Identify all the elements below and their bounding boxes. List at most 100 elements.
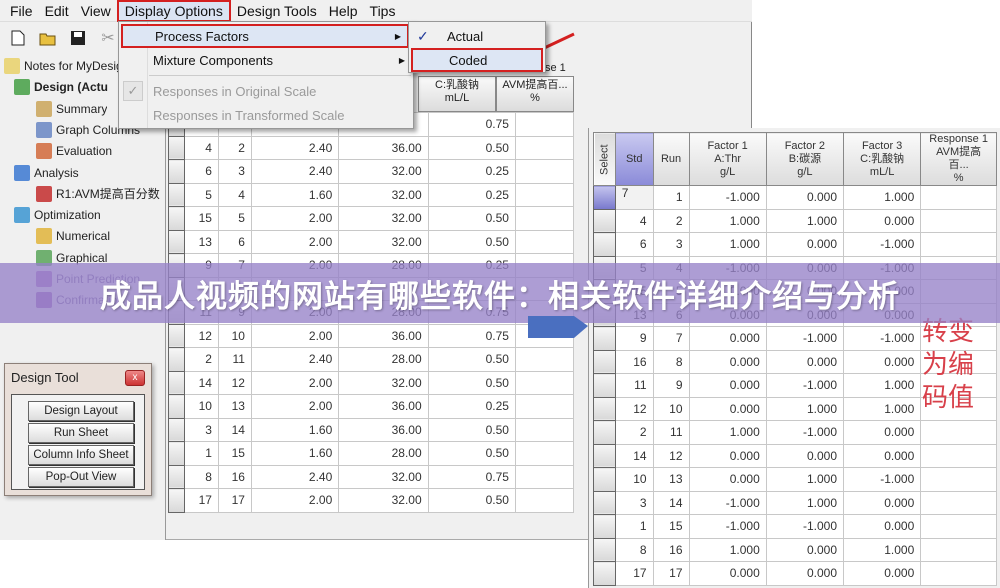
factor-c-cell[interactable]: 0.75: [427, 464, 516, 489]
row-select-button[interactable]: [593, 467, 616, 492]
run-cell[interactable]: 12: [217, 370, 252, 395]
tree-node-numerical[interactable]: Numerical: [36, 226, 110, 246]
cut-icon[interactable]: ✂: [98, 28, 118, 48]
std-cell[interactable]: 10: [183, 394, 219, 419]
row-select-button[interactable]: [593, 349, 616, 374]
factor-a-cell[interactable]: 2.00: [250, 206, 340, 231]
row-select-button[interactable]: [168, 206, 185, 231]
response-cell[interactable]: [514, 394, 575, 419]
response-cell[interactable]: [920, 561, 997, 586]
column-header-f2[interactable]: Factor 2 B:碳源 g/L: [765, 132, 845, 186]
response-cell[interactable]: [514, 229, 575, 254]
column-header-response[interactable]: AVM提高百...%: [496, 76, 574, 112]
row-select-button[interactable]: [593, 537, 616, 562]
factor-b-cell[interactable]: 1.000: [765, 396, 845, 421]
factor-a-cell[interactable]: 1.000: [688, 537, 767, 562]
menu-design-tools[interactable]: Design Tools: [231, 0, 323, 22]
factor-a-cell[interactable]: 0.000: [688, 467, 767, 492]
factor-c-cell[interactable]: -1.000: [843, 467, 922, 492]
run-cell[interactable]: 7: [652, 326, 690, 351]
factor-c-cell[interactable]: 0.75: [427, 112, 516, 137]
row-select-button[interactable]: [168, 229, 185, 254]
run-cell[interactable]: 14: [652, 490, 690, 515]
factor-a-cell[interactable]: 2.00: [250, 323, 340, 348]
tree-node-folder[interactable]: Notes for MyDesig: [4, 56, 123, 76]
factor-b-cell[interactable]: 0.000: [765, 537, 845, 562]
factor-c-cell[interactable]: 0.50: [427, 488, 516, 513]
std-cell[interactable]: 9: [614, 326, 654, 351]
row-select-button[interactable]: [168, 159, 185, 184]
tree-node-optimization[interactable]: Optimization: [14, 205, 101, 225]
response-cell[interactable]: [920, 208, 997, 233]
factor-c-cell[interactable]: 0.000: [843, 514, 922, 539]
std-cell[interactable]: 1: [183, 441, 219, 466]
factor-c-cell[interactable]: -1.000: [843, 232, 922, 257]
std-cell[interactable]: 2: [614, 420, 654, 445]
response-cell[interactable]: [920, 537, 997, 562]
response-cell[interactable]: [514, 488, 575, 513]
factor-c-cell[interactable]: 0.000: [843, 443, 922, 468]
factor-b-cell[interactable]: 36.00: [338, 135, 429, 160]
factor-b-cell[interactable]: 28.00: [338, 441, 429, 466]
factor-b-cell[interactable]: 0.000: [765, 561, 845, 586]
row-select-button[interactable]: [168, 417, 185, 442]
factor-c-cell[interactable]: -1.000: [843, 326, 922, 351]
factor-c-cell[interactable]: 0.25: [427, 394, 516, 419]
menu-view[interactable]: View: [75, 0, 117, 22]
column-header-factor-c[interactable]: C:乳酸钠 mL/L: [418, 76, 496, 112]
close-icon[interactable]: x: [125, 370, 145, 386]
factor-a-cell[interactable]: 1.60: [250, 417, 340, 442]
row-select-button[interactable]: [593, 514, 616, 539]
row-select-button[interactable]: [168, 370, 185, 395]
factor-b-cell[interactable]: 32.00: [338, 464, 429, 489]
factor-a-cell[interactable]: 2.40: [250, 464, 340, 489]
save-icon[interactable]: [68, 28, 88, 48]
std-cell[interactable]: 14: [183, 370, 219, 395]
factor-b-cell[interactable]: 36.00: [338, 323, 429, 348]
factor-c-cell[interactable]: 0.25: [427, 182, 516, 207]
response-cell[interactable]: [920, 232, 997, 257]
tree-node-evaluation[interactable]: Evaluation: [36, 141, 112, 161]
factor-a-cell[interactable]: -1.000: [688, 185, 767, 210]
run-cell[interactable]: 12: [652, 443, 690, 468]
factor-c-cell[interactable]: 0.000: [843, 420, 922, 445]
run-cell[interactable]: 17: [652, 561, 690, 586]
column-header-select[interactable]: Select: [593, 132, 616, 186]
factor-b-cell[interactable]: 28.00: [338, 347, 429, 372]
std-cell[interactable]: 14: [614, 443, 654, 468]
menu-file[interactable]: File: [4, 0, 39, 22]
menu-edit[interactable]: Edit: [39, 0, 75, 22]
factor-b-cell[interactable]: 0.000: [765, 349, 845, 374]
factor-c-cell[interactable]: 0.25: [427, 159, 516, 184]
row-select-button[interactable]: [593, 185, 616, 210]
response-cell[interactable]: [920, 443, 997, 468]
factor-c-cell[interactable]: 0.50: [427, 417, 516, 442]
factor-a-cell[interactable]: 2.40: [250, 159, 340, 184]
factor-c-cell[interactable]: 1.000: [843, 373, 922, 398]
std-cell[interactable]: 5: [183, 182, 219, 207]
factor-a-cell[interactable]: 1.000: [688, 232, 767, 257]
std-cell[interactable]: 4: [183, 135, 219, 160]
column-header-std[interactable]: Std: [614, 132, 654, 186]
pop-out-view-button[interactable]: Pop-Out View: [28, 467, 134, 487]
run-cell[interactable]: 10: [652, 396, 690, 421]
open-folder-icon[interactable]: [38, 28, 58, 48]
run-cell[interactable]: 3: [652, 232, 690, 257]
factor-c-cell[interactable]: 0.000: [843, 490, 922, 515]
factor-b-cell[interactable]: 32.00: [338, 370, 429, 395]
response-cell[interactable]: [514, 417, 575, 442]
factor-a-cell[interactable]: 2.00: [250, 488, 340, 513]
row-select-button[interactable]: [168, 347, 185, 372]
std-cell[interactable]: 3: [183, 417, 219, 442]
std-cell[interactable]: 6: [183, 159, 219, 184]
response-cell[interactable]: [514, 206, 575, 231]
column-header-f1[interactable]: Factor 1 A:Thr g/L: [688, 132, 767, 186]
factor-c-cell[interactable]: 0.50: [427, 441, 516, 466]
factor-b-cell[interactable]: 0.000: [765, 232, 845, 257]
factor-a-cell[interactable]: 0.000: [688, 396, 767, 421]
run-cell[interactable]: 9: [652, 373, 690, 398]
response-cell[interactable]: [920, 514, 997, 539]
factor-b-cell[interactable]: -1.000: [765, 326, 845, 351]
response-cell[interactable]: [514, 182, 575, 207]
response-cell[interactable]: [920, 490, 997, 515]
